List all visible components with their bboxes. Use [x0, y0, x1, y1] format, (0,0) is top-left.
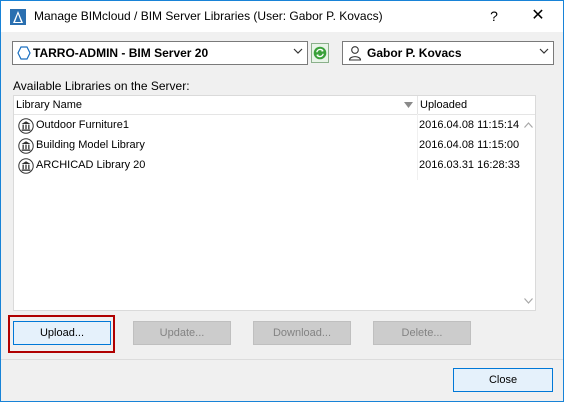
title-bar: Manage BIMcloud / BIM Server Libraries (… [1, 1, 563, 32]
library-uploaded-date: 2016.04.08 11:15:00 [419, 139, 520, 151]
library-icon [18, 158, 34, 174]
user-select-value: Gabor P. Kovacs [367, 46, 462, 60]
manage-libraries-dialog: Manage BIMcloud / BIM Server Libraries (… [0, 0, 564, 402]
download-button[interactable]: Download... [253, 321, 351, 345]
libraries-list[interactable]: Library Name Uploaded Outdoor Furniture1… [13, 95, 536, 311]
library-uploaded-date: 2016.04.08 11:15:14 [419, 119, 520, 131]
library-name: ARCHICAD Library 20 [36, 159, 146, 171]
library-name: Building Model Library [36, 139, 145, 151]
column-divider[interactable] [417, 96, 418, 114]
refresh-icon [313, 46, 327, 60]
window-title: Manage BIMcloud / BIM Server Libraries (… [34, 9, 383, 23]
hexagon-server-icon [17, 46, 31, 60]
server-select-value: TARRO-ADMIN - BIM Server 20 [33, 46, 209, 60]
library-icon [18, 138, 34, 154]
library-icon [18, 118, 34, 134]
upload-button[interactable]: Upload... [13, 321, 111, 345]
table-row[interactable]: ARCHICAD Library 20 2016.03.31 16:28:33 [14, 156, 535, 176]
scroll-up-arrow-icon[interactable] [524, 122, 533, 128]
table-row[interactable]: Building Model Library 2016.04.08 11:15:… [14, 136, 535, 156]
chevron-down-icon [293, 48, 303, 54]
list-header: Library Name Uploaded [14, 96, 535, 115]
library-name: Outdoor Furniture1 [36, 119, 129, 131]
delete-button[interactable]: Delete... [373, 321, 471, 345]
scroll-down-arrow-icon[interactable] [524, 298, 533, 304]
available-libraries-label: Available Libraries on the Server: [13, 79, 190, 93]
footer-divider [1, 359, 563, 360]
server-select[interactable]: TARRO-ADMIN - BIM Server 20 [12, 41, 308, 65]
chevron-down-icon [539, 48, 549, 54]
archicad-app-icon [10, 9, 26, 25]
close-window-button[interactable]: ✕ [521, 3, 555, 29]
user-icon [348, 46, 362, 61]
refresh-button[interactable] [311, 43, 329, 63]
column-header-library-name[interactable]: Library Name [16, 99, 82, 111]
update-button[interactable]: Update... [133, 321, 231, 345]
sort-descending-icon [404, 102, 413, 108]
column-header-uploaded[interactable]: Uploaded [420, 99, 467, 111]
library-uploaded-date: 2016.03.31 16:28:33 [419, 159, 520, 171]
table-row[interactable]: Outdoor Furniture1 2016.04.08 11:15:14 [14, 116, 535, 136]
help-button[interactable]: ? [479, 3, 509, 29]
user-select[interactable]: Gabor P. Kovacs [342, 41, 554, 65]
close-button[interactable]: Close [453, 368, 553, 392]
